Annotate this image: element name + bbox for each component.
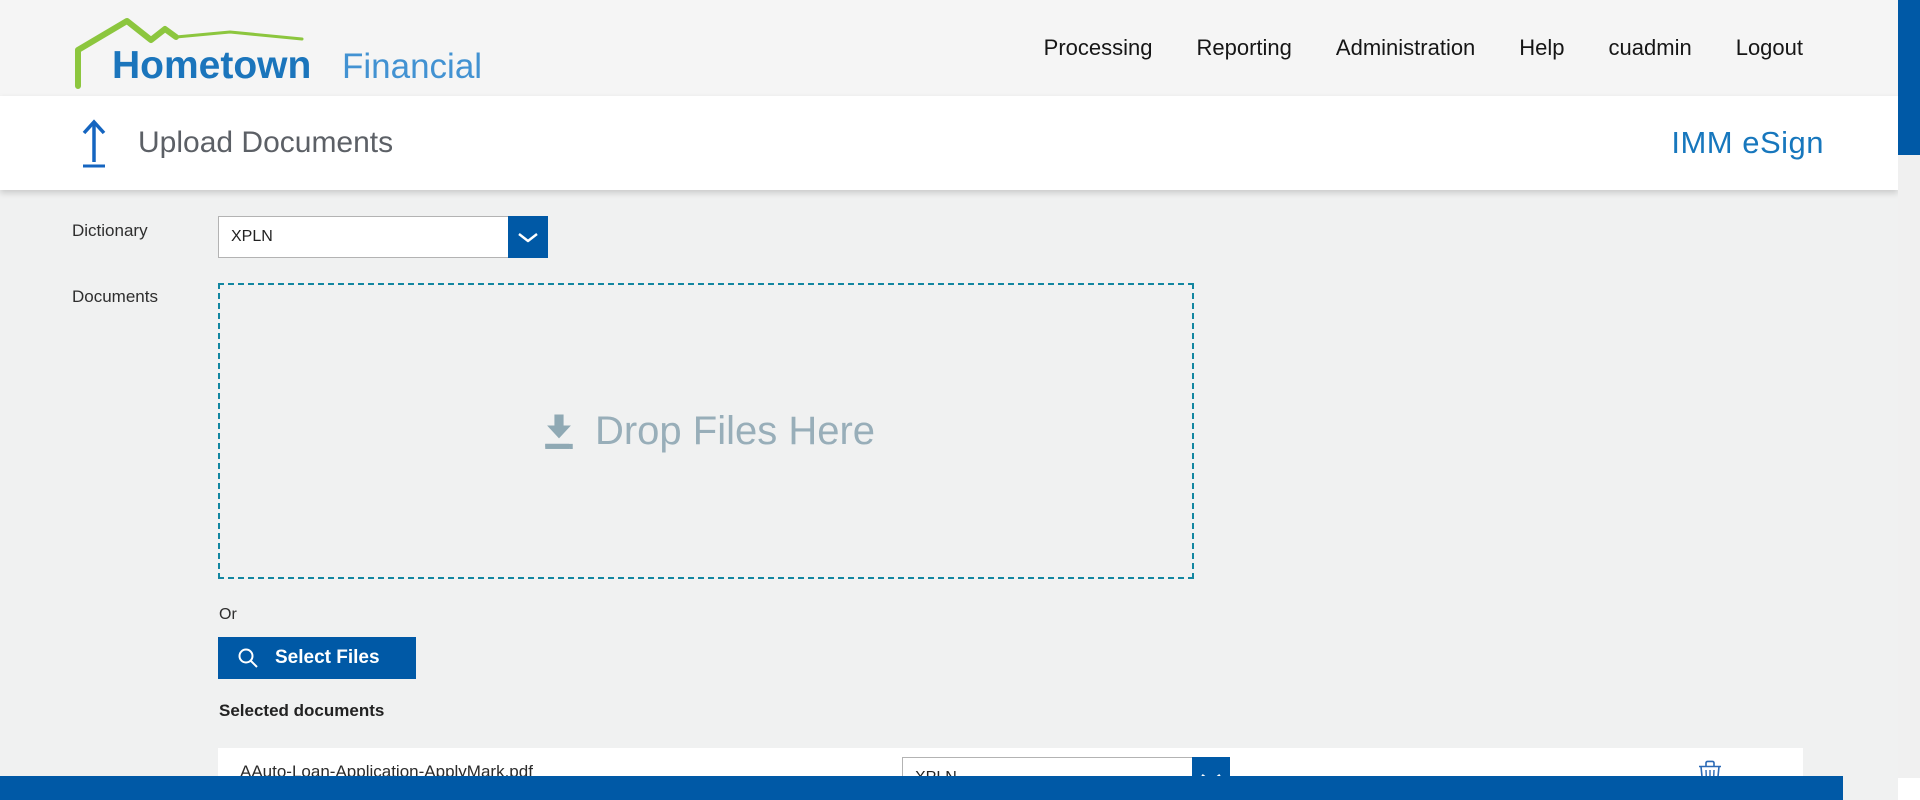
scrollbar-thumb[interactable] bbox=[1898, 0, 1920, 155]
brand-word-secondary: Financial bbox=[342, 47, 483, 86]
selected-documents-heading: Selected documents bbox=[219, 701, 385, 720]
vertical-scrollbar[interactable] bbox=[1898, 0, 1920, 800]
page-toolbar: Upload Documents IMM eSign bbox=[0, 96, 1898, 190]
product-name: IMM eSign bbox=[1671, 125, 1824, 160]
or-label: Or bbox=[219, 606, 237, 623]
scrollbar-corner bbox=[1898, 778, 1920, 800]
upload-arrow-icon bbox=[82, 119, 106, 168]
nav-item-help[interactable]: Help bbox=[1519, 35, 1564, 61]
nav-item-processing[interactable]: Processing bbox=[1044, 35, 1153, 61]
chevron-down-icon bbox=[518, 232, 538, 242]
page-root: Hometown Financial Processing Reporting … bbox=[0, 0, 1920, 800]
dictionary-select-button[interactable] bbox=[508, 216, 548, 258]
content-area: Dictionary XPLN Documents Drop Files Her… bbox=[0, 190, 1898, 800]
documents-label: Documents bbox=[72, 287, 158, 306]
top-header: Hometown Financial Processing Reporting … bbox=[0, 0, 1898, 96]
nav-item-logout[interactable]: Logout bbox=[1736, 35, 1803, 61]
footer-bar bbox=[0, 776, 1843, 800]
select-files-label: Select Files bbox=[275, 647, 380, 668]
dictionary-label: Dictionary bbox=[72, 221, 148, 240]
file-dropzone[interactable]: Drop Files Here bbox=[218, 283, 1194, 579]
nav-item-reporting[interactable]: Reporting bbox=[1197, 35, 1292, 61]
brand-logo[interactable]: Hometown Financial bbox=[70, 8, 500, 92]
search-icon bbox=[238, 648, 258, 668]
dropzone-text: Drop Files Here bbox=[594, 408, 876, 453]
nav-item-administration[interactable]: Administration bbox=[1336, 35, 1475, 61]
page-title: Upload Documents bbox=[138, 126, 394, 159]
select-files-button[interactable]: Select Files bbox=[218, 637, 416, 679]
nav-item-user-cuadmin[interactable]: cuadmin bbox=[1609, 35, 1692, 61]
download-icon bbox=[545, 414, 573, 449]
dictionary-select-value: XPLN bbox=[231, 228, 273, 245]
dictionary-select[interactable]: XPLN bbox=[218, 216, 548, 258]
brand-word-primary: Hometown bbox=[112, 44, 312, 87]
page-title-group: Upload Documents bbox=[76, 96, 393, 190]
main-nav: Processing Reporting Administration Help… bbox=[1044, 0, 1803, 96]
